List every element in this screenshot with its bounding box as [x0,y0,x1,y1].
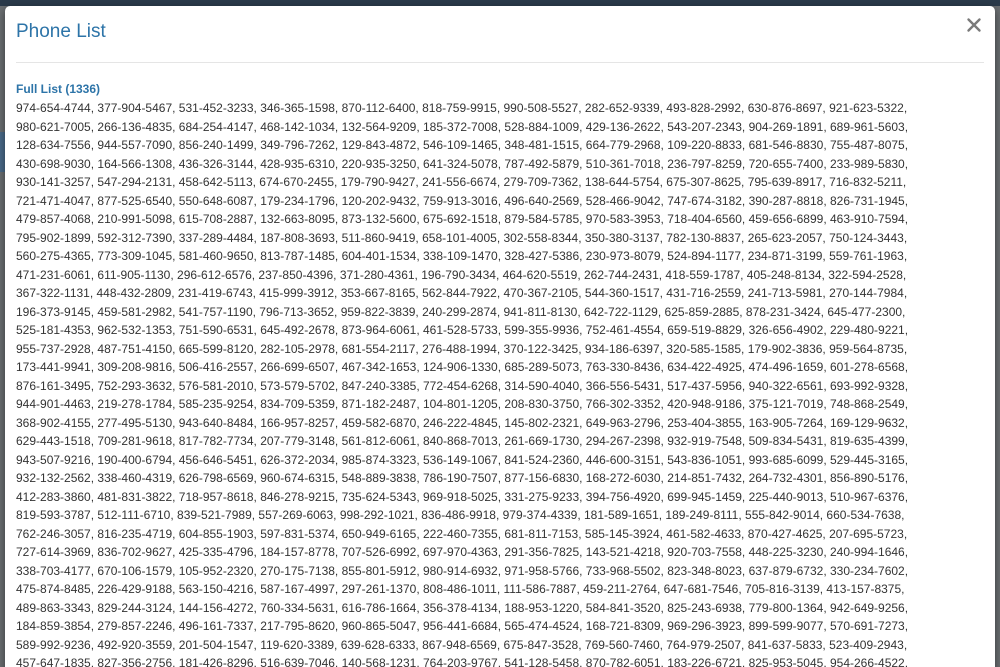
close-icon [967,18,981,32]
phone-list-line: 457-647-1835, 827-356-2756, 181-426-8296… [16,656,909,667]
phone-list-line: 367-322-1131, 448-432-2809, 231-419-6743… [16,286,908,300]
phone-list-line: 721-471-4047, 877-525-6540, 550-648-6087… [16,193,909,208]
phone-list-line: 489-863-3343, 829-244-3124, 144-156-4272… [16,600,909,615]
phone-list-line: 525-181-4353, 962-532-1353, 751-590-6531… [16,323,909,337]
close-button[interactable] [964,15,984,35]
phone-list-line: 475-874-8485, 226-429-9188, 563-150-4216… [16,582,905,596]
phone-list-line: 795-902-1899, 592-312-7390, 337-289-4484… [16,230,908,245]
phone-list-line: 471-231-6061, 611-905-1130, 296-612-6576… [16,267,907,282]
phone-list-line: 412-283-3860, 481-831-3822, 718-957-8618… [16,489,909,504]
phone-list-line: 819-593-3787, 512-111-6710, 839-521-7989… [16,508,905,522]
phone-list-line: 338-703-4177, 670-106-1579, 105-952-2320… [16,563,909,578]
phone-list-line: 368-902-4155, 277-495-5130, 943-640-8484… [16,415,909,430]
phone-number-list: 974-654-4744, 377-904-5467, 531-452-3233… [16,99,976,667]
phone-list-line: 876-161-3495, 752-293-3632, 576-581-2010… [16,378,909,393]
phone-list-line: 943-507-9216, 190-400-6794, 456-646-5451… [16,452,909,467]
modal-body: Full List (1336) 974-654-4744, 377-904-5… [16,82,976,667]
modal-title: Phone List [16,21,106,42]
phone-list-line: 430-698-9030, 164-566-1308, 436-326-3144… [16,156,909,171]
modal-header: Phone List [16,6,984,63]
phone-list-line: 196-373-9145, 459-581-2982, 541-757-1190… [16,304,906,319]
phone-list-line: 629-443-1518, 709-281-9618, 817-782-7734… [16,434,909,448]
phone-list-line: 932-132-2562, 338-460-4319, 626-798-6569… [16,471,909,485]
phone-list-line: 955-737-2928, 487-751-4150, 665-599-8120… [16,341,908,356]
phone-list-line: 479-857-4068, 210-991-5098, 615-708-2887… [16,212,909,226]
phone-list-line: 128-634-7556, 944-557-7090, 856-240-1499… [16,138,909,152]
phone-list-line: 560-275-4365, 773-309-1045, 581-460-9650… [16,249,908,263]
phone-list-line: 727-614-3969, 836-702-9627, 425-335-4796… [16,545,909,559]
phone-list-line: 762-246-3057, 816-235-4719, 604-855-1903… [16,526,908,541]
phone-list-line: 589-992-9236, 492-920-3559, 201-504-1547… [16,637,908,652]
full-list-heading: Full List (1336) [16,82,101,96]
phone-list-line: 173-441-9941, 309-208-9816, 506-416-2557… [16,360,909,374]
phone-list-line: 184-859-3854, 279-857-2246, 496-161-7337… [16,619,909,633]
phone-list-line: 930-141-3257, 547-294-2131, 458-642-5113… [16,175,907,189]
phone-list-modal: Phone List Full List (1336) 974-654-4744… [5,6,995,667]
phone-list-line: 944-901-4463, 219-278-1784, 585-235-9254… [16,397,909,411]
phone-list-line: 980-621-7005, 266-136-4835, 684-254-4147… [16,119,909,134]
phone-list-line: 974-654-4744, 377-904-5467, 531-452-3233… [16,101,908,115]
